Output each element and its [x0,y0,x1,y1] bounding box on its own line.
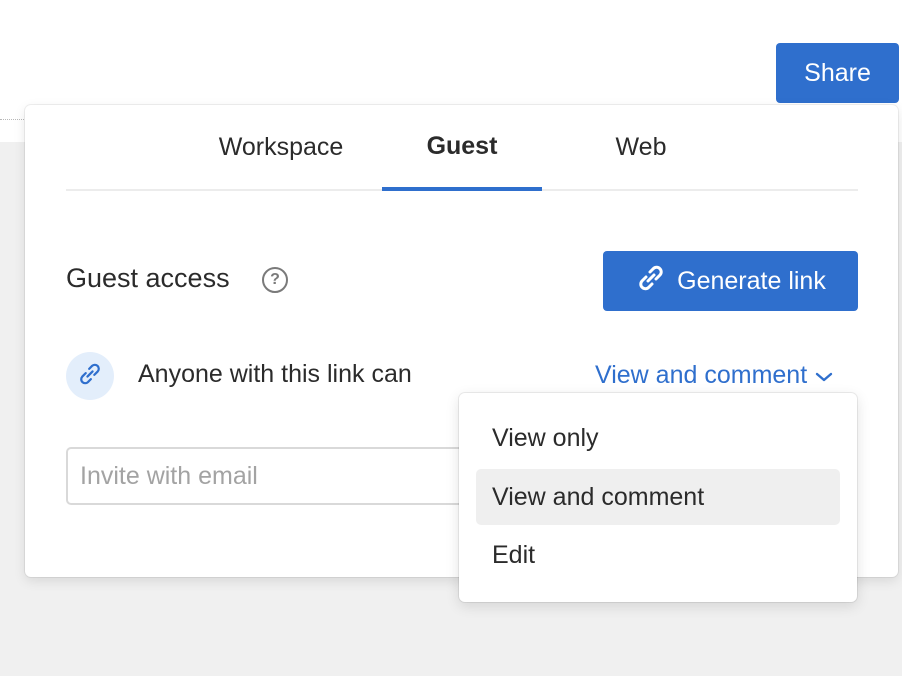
tab-web[interactable]: Web [561,105,721,189]
permission-select[interactable]: View and comment [595,358,833,392]
link-permission-text: Anyone with this link can [138,360,412,388]
permission-dropdown-menu: View only View and comment Edit [459,393,857,602]
link-avatar [66,352,114,400]
chevron-down-icon [815,361,833,390]
tab-guest[interactable]: Guest [382,105,542,191]
tab-label: Guest [426,131,498,160]
tab-label: Workspace [218,132,344,161]
tab-label: Web [615,132,667,161]
help-icon[interactable]: ? [262,267,288,293]
link-icon [635,264,667,299]
menu-item-label: View and comment [492,482,705,511]
menu-item-view-only[interactable]: View only [476,410,840,466]
guest-access-title: Guest access [66,263,230,293]
generate-link-label: Generate link [677,266,826,295]
permission-select-value: View and comment [595,360,808,389]
menu-item-edit[interactable]: Edit [476,527,840,583]
menu-item-label: Edit [492,540,536,569]
tab-workspace[interactable]: Workspace [201,105,361,189]
generate-link-button[interactable]: Generate link [603,251,858,311]
link-icon [76,362,104,391]
share-tabs: Workspace Guest Web [66,105,858,191]
share-button[interactable]: Share [776,43,899,103]
invite-email-input[interactable] [66,447,486,505]
menu-item-label: View only [492,423,599,452]
menu-item-view-and-comment[interactable]: View and comment [476,469,840,525]
